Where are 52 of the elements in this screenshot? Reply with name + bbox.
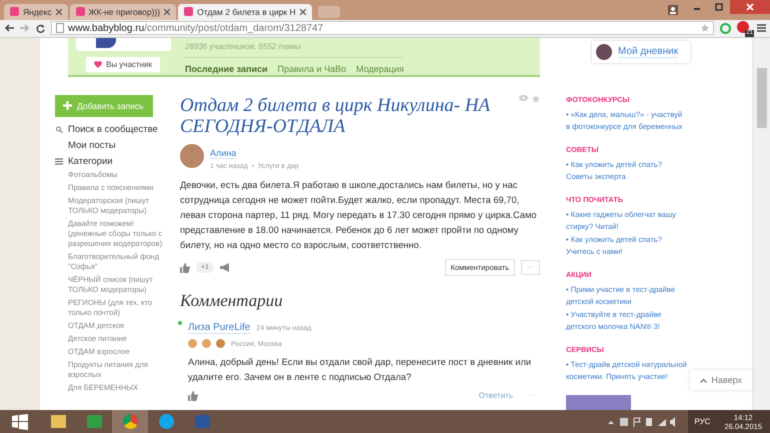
language-indicator[interactable]: РУС	[688, 410, 716, 433]
post-title: Отдам 2 билета в цирк Никулина- НА СЕГОДНЯ-ОТДАЛА	[180, 94, 492, 137]
children-icons	[188, 338, 225, 348]
comment-text: Алина, добрый день! Если вы отдали свой дар, перенесите пост в дневник или удалите его. Зачем он в ленте с подписью Отдала?	[188, 356, 532, 384]
site-icon	[10, 7, 19, 16]
caret-icon	[700, 378, 708, 382]
member-button[interactable]: Вы участник	[86, 56, 160, 72]
browser-tab[interactable]: ЖК-не приговор)))	[70, 4, 176, 20]
reload-icon[interactable]	[36, 24, 45, 33]
star-icon[interactable]	[701, 24, 709, 32]
user-icon[interactable]	[668, 4, 678, 15]
megaphone-icon[interactable]	[220, 263, 230, 272]
search-link[interactable]: Поиск в сообществе	[68, 124, 158, 136]
scrollbar[interactable]	[754, 38, 770, 410]
community-tab[interactable]: Правила и ЧаВо	[278, 64, 346, 77]
author-link[interactable]: Алина	[210, 148, 236, 159]
comments-heading: Комментарии	[180, 290, 284, 311]
close-icon[interactable]	[56, 8, 62, 15]
site-icon	[184, 7, 194, 16]
post-text: Девочки, есть два билета.Я работаю в школе,достались нам билеты, но у нас сотрудница сегодня не может пойти.Будет жалко, если пропадут. Места 69,70, левая сторона партер, 11 ряд. Могу передать в 17.30 сегодня прямо у цирка.Само представление в 18.00 начинается. Ребенок до 6 лет может пройти по одному билету, но на одно место со взрослым, соответственно.	[180, 178, 538, 252]
diary-link[interactable]: Мой дневник	[618, 46, 678, 58]
avatar	[180, 144, 204, 168]
browser-icon[interactable]	[122, 414, 138, 429]
menu-icon[interactable]	[757, 24, 766, 32]
add-post-button[interactable]: Добавить запись	[55, 94, 153, 117]
my-posts-link[interactable]: Мои посты	[68, 140, 116, 152]
members-info: 28936 участников, 6552 темы	[185, 38, 404, 58]
list-icon	[55, 158, 63, 166]
star-icon[interactable]	[532, 94, 540, 103]
reply-link[interactable]: Ответить	[478, 391, 513, 400]
heart-icon	[94, 60, 102, 68]
close-icon[interactable]	[730, 0, 770, 14]
categories-heading: Категории	[68, 156, 113, 168]
separator-dot	[252, 165, 254, 168]
plus-icon	[63, 101, 72, 110]
start-icon[interactable]	[12, 414, 28, 430]
back-to-top-button[interactable]: Наверх	[690, 370, 752, 390]
close-icon[interactable]	[164, 8, 170, 15]
thumbs-up-icon[interactable]	[180, 262, 190, 273]
site-icon	[76, 7, 85, 16]
page-icon	[56, 23, 64, 34]
browser-tab[interactable]: Яндекс	[4, 4, 68, 20]
author-link[interactable]: Лиза PureLife	[188, 322, 250, 334]
search-icon	[55, 126, 63, 134]
back-icon[interactable]	[4, 24, 14, 32]
thumbs-up-icon[interactable]	[188, 390, 198, 401]
address-bar[interactable]: www.babyblog.ru/community/post/otdam_darom/3128747	[51, 21, 714, 36]
browser-tab[interactable]: Отдам 2 билета в цирк Н	[178, 4, 312, 20]
community-tab[interactable]: Последние записи	[185, 64, 268, 76]
community-tab[interactable]: Модерация	[356, 64, 404, 77]
avatar	[596, 44, 612, 60]
close-icon[interactable]	[300, 8, 306, 15]
